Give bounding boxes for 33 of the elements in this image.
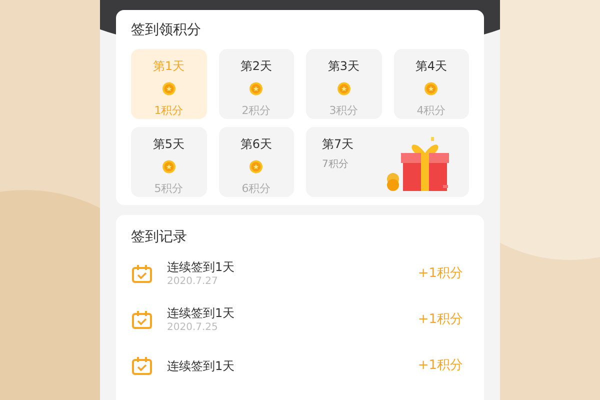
- record-date: 2020.7.27: [167, 275, 219, 289]
- calendar-check-icon: [131, 356, 153, 376]
- day-label: 第5天: [152, 136, 185, 153]
- points-label: 4积分: [416, 102, 446, 118]
- reward-points: +1积分: [418, 265, 463, 284]
- day-tile[interactable]: 第4天 4积分: [394, 49, 469, 119]
- card-title: 签到领积分: [131, 21, 202, 40]
- points-label: 7积分: [322, 158, 350, 172]
- day-label: 第6天: [240, 136, 272, 153]
- reward-points: +1积分: [418, 357, 463, 376]
- day-tile[interactable]: 第3天 3积分: [306, 49, 382, 119]
- points-label: 3积分: [329, 102, 358, 118]
- day-label: 第3天: [328, 58, 360, 75]
- record-title: 连续签到1天: [167, 259, 236, 275]
- day-label: 第7天: [322, 136, 354, 153]
- day-tile[interactable]: 第6天 6积分: [218, 127, 294, 197]
- points-label: 5积分: [154, 180, 184, 196]
- day-tile[interactable]: 第7天 7积分: [306, 127, 469, 197]
- points-label: 1积分: [154, 102, 184, 118]
- card-title: 签到记录: [131, 228, 188, 247]
- day-tile[interactable]: 第2天 2积分: [218, 49, 294, 119]
- day-label: 第1天: [152, 58, 185, 75]
- record-title: 连续签到1天: [167, 305, 236, 321]
- day-label: 第2天: [240, 58, 272, 75]
- calendar-check-icon: [131, 264, 153, 284]
- day-label: 第4天: [415, 58, 448, 75]
- reward-points: +1积分: [418, 311, 463, 330]
- day-tile[interactable]: 第5天 5积分: [131, 127, 206, 197]
- record-title: 连续签到1天: [167, 358, 236, 374]
- points-label: 6积分: [242, 180, 271, 196]
- points-label: 2积分: [242, 102, 271, 118]
- calendar-check-icon: [131, 310, 153, 330]
- record-date: 2020.7.25: [167, 321, 219, 335]
